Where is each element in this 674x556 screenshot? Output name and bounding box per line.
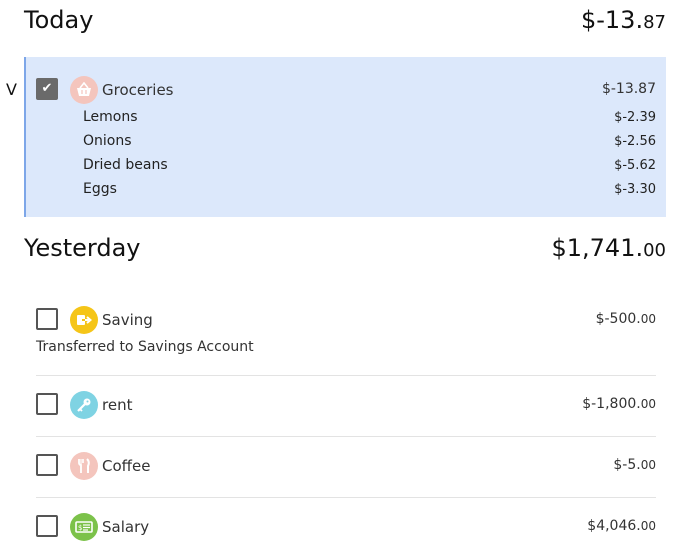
yesterday-total: $1,741.00 (551, 234, 666, 262)
svg-text:$: $ (78, 524, 82, 532)
saving-amount-main: $-500. (595, 311, 641, 327)
rent-checkbox[interactable] (36, 393, 58, 415)
transaction-row-saving[interactable]: Saving $-500.00 (36, 306, 656, 334)
today-total: $-13.87 (581, 6, 666, 34)
list-item: Eggs $-3.30 (83, 181, 656, 203)
item-name: Dried beans (83, 157, 168, 173)
item-amount: $-3.30 (614, 182, 656, 197)
transaction-row-coffee[interactable]: Coffee $-5.00 (36, 452, 656, 480)
saving-note: Transferred to Savings Account (36, 339, 254, 355)
salary-amount: $4,046.00 (587, 518, 656, 534)
coffee-amount: $-5.00 (613, 457, 656, 473)
list-item: Dried beans $-5.62 (83, 157, 656, 179)
salary-checkbox[interactable] (36, 515, 58, 537)
saving-amount: $-500.00 (596, 311, 656, 327)
item-name: Onions (83, 133, 132, 149)
transfer-icon (70, 306, 98, 334)
item-name: Eggs (83, 181, 117, 197)
transaction-row-groceries[interactable]: ✔ Groceries $-13.87 (36, 76, 656, 104)
divider (36, 436, 656, 437)
transaction-row-rent[interactable]: rent $-1,800.00 (36, 391, 656, 419)
item-amount: $-2.56 (614, 134, 656, 149)
coffee-name: Coffee (102, 457, 151, 475)
rent-name: rent (102, 396, 133, 414)
list-item: Onions $-2.56 (83, 133, 656, 155)
divider (36, 375, 656, 376)
yesterday-title: Yesterday (24, 234, 141, 262)
today-title: Today (24, 6, 94, 34)
yesterday-total-cents: 00 (643, 240, 666, 261)
groceries-checkbox[interactable]: ✔ (36, 78, 58, 100)
yesterday-total-main: $1,741. (551, 234, 644, 262)
saving-checkbox[interactable] (36, 308, 58, 330)
item-amount: $-5.62 (614, 158, 656, 173)
item-name: Lemons (83, 109, 138, 125)
fork-knife-icon (70, 452, 98, 480)
item-amount: $-2.39 (614, 110, 656, 125)
rent-amount-main: $-1,800. (582, 396, 641, 412)
today-header: Today $-13.87 (24, 6, 666, 34)
money-icon: $ (70, 513, 98, 541)
saving-amount-cents: 00 (640, 312, 656, 326)
salary-name: Salary (102, 518, 150, 536)
collapse-marker[interactable]: V (6, 80, 17, 99)
rent-amount-cents: 00 (640, 397, 656, 411)
coffee-amount-cents: 00 (640, 458, 656, 472)
divider (36, 497, 656, 498)
groceries-amount: $-13.87 (601, 81, 656, 97)
rent-amount: $-1,800.00 (582, 396, 656, 412)
transaction-row-salary[interactable]: $ Salary $4,046.00 (36, 513, 656, 541)
today-total-cents: 87 (643, 12, 666, 33)
coffee-amount-main: $-5. (613, 457, 641, 473)
today-total-main: $-13. (580, 6, 644, 34)
list-item: Lemons $-2.39 (83, 109, 656, 131)
coffee-checkbox[interactable] (36, 454, 58, 476)
groceries-name: Groceries (102, 81, 174, 99)
key-icon (70, 391, 98, 419)
saving-name: Saving (102, 311, 153, 329)
basket-icon (70, 76, 98, 104)
yesterday-header: Yesterday $1,741.00 (24, 234, 666, 262)
salary-amount-main: $4,046. (587, 518, 641, 534)
salary-amount-cents: 00 (640, 519, 656, 533)
